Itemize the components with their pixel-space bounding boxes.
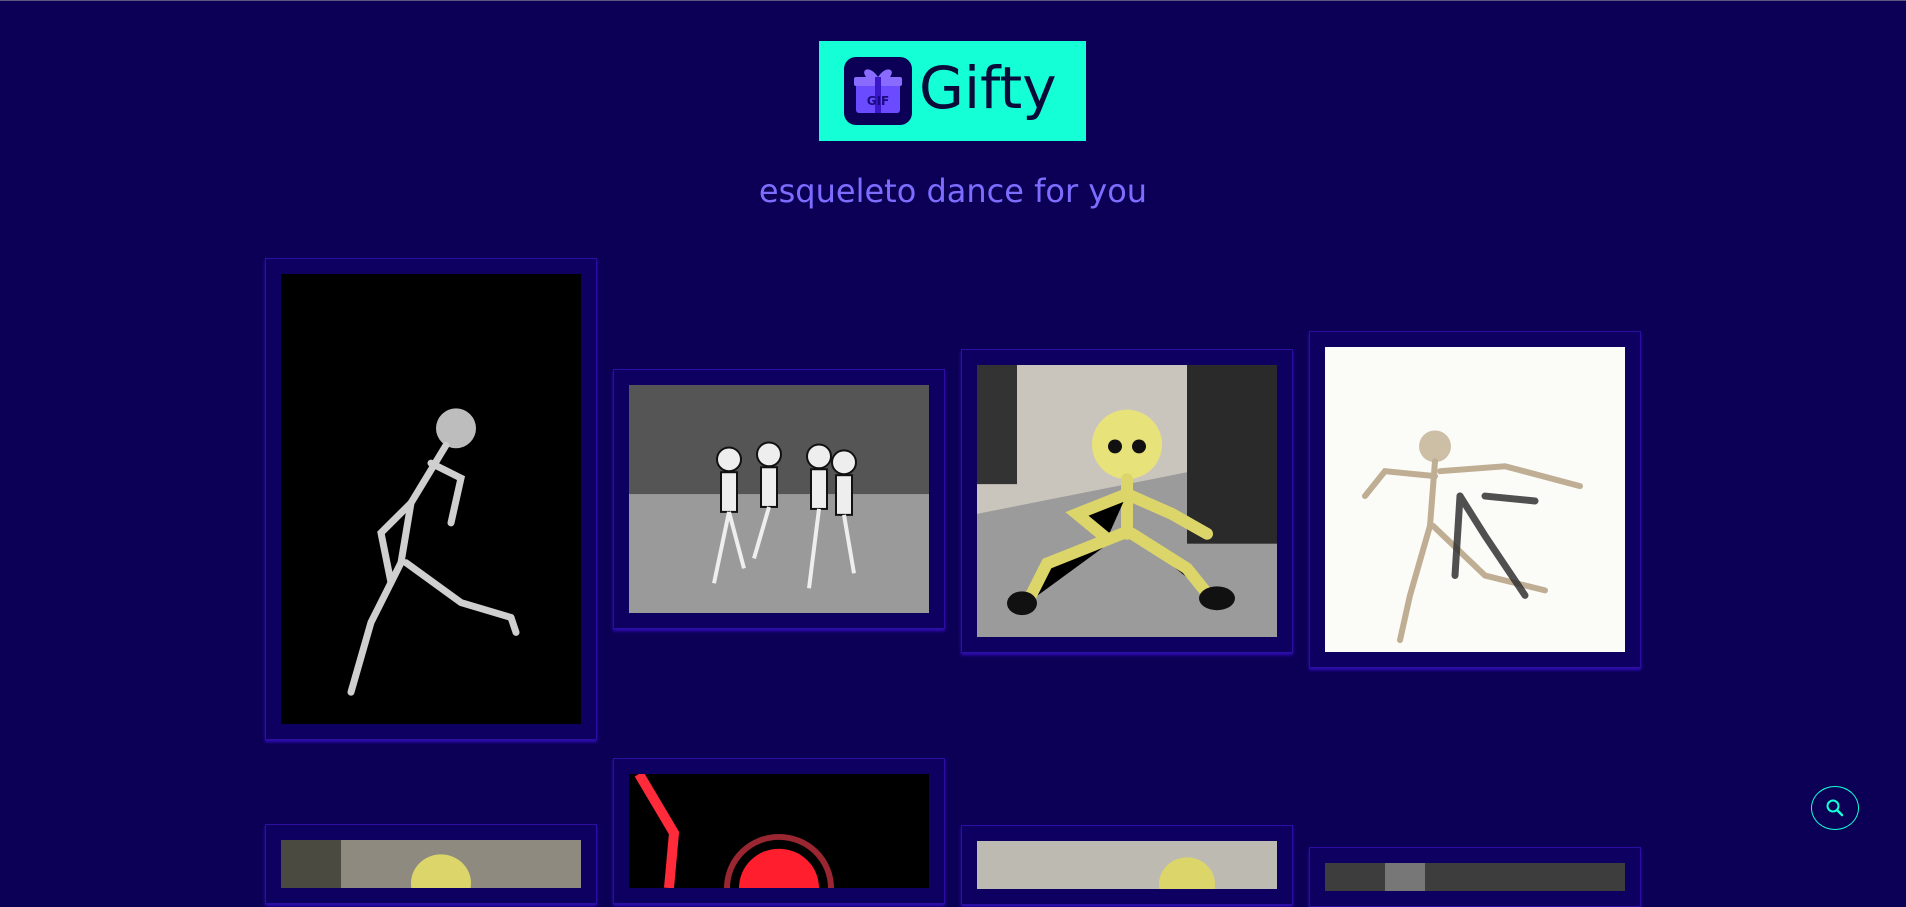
gif-card[interactable] — [961, 349, 1293, 653]
gift-icon: GIF — [844, 57, 912, 125]
gif-badge-text: GIF — [867, 94, 890, 108]
gif-card[interactable] — [265, 824, 597, 904]
top-border — [0, 0, 1906, 1]
gif-card[interactable] — [265, 258, 597, 740]
logo-text: Gifty — [919, 54, 1057, 122]
gif-image — [629, 774, 929, 888]
gif-card[interactable] — [613, 758, 945, 904]
gif-card[interactable] — [961, 825, 1293, 905]
gif-card[interactable] — [613, 369, 945, 629]
gif-image — [977, 841, 1277, 889]
gif-image — [977, 365, 1277, 637]
page-subtitle: esqueleto dance for you — [758, 172, 1148, 210]
gif-image — [1325, 347, 1625, 652]
gif-card[interactable] — [1309, 847, 1641, 907]
gif-image — [281, 274, 581, 724]
gif-image — [281, 840, 581, 888]
gifty-logo[interactable]: GIF Gifty — [819, 41, 1086, 141]
gif-card[interactable] — [1309, 331, 1641, 668]
search-icon — [1826, 799, 1844, 817]
gif-image — [1325, 863, 1625, 891]
gif-image — [629, 385, 929, 613]
search-button[interactable] — [1811, 786, 1859, 830]
